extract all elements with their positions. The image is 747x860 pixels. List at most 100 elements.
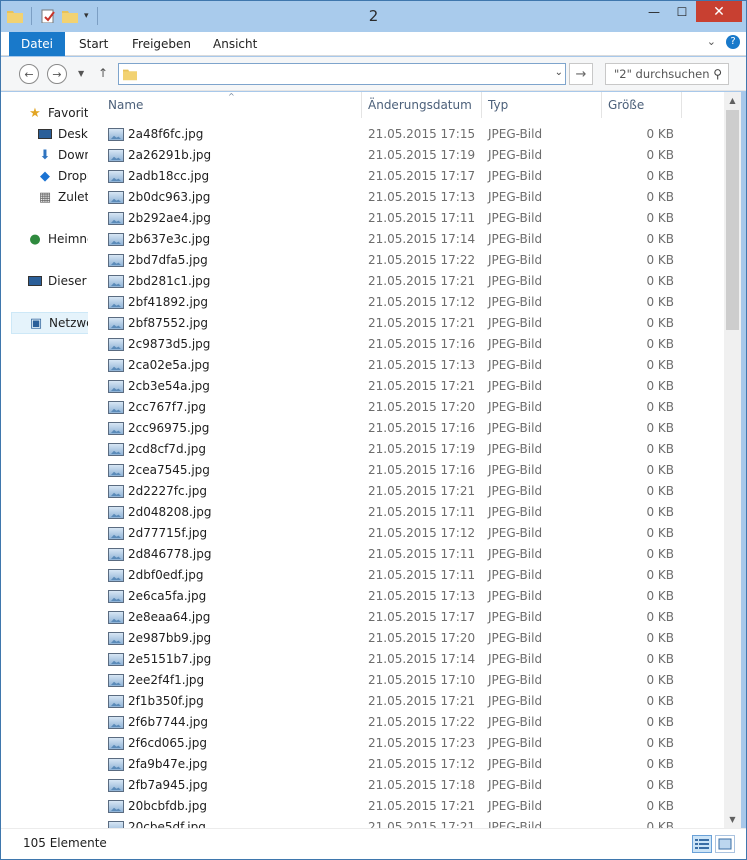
column-header-type[interactable]: Typ	[482, 92, 602, 118]
file-row[interactable]: 2a48f6fc.jpg 21.05.2015 17:15 JPEG-Bild 0 K…	[102, 124, 702, 145]
tab-datei[interactable]: Datei	[9, 32, 65, 56]
file-row[interactable]: 2fa9b47e.jpg 21.05.2015 17:12 JPEG-Bild 0 K…	[102, 754, 702, 775]
file-date: 21.05.2015 17:18	[368, 778, 476, 792]
search-placeholder: "2" durchsuchen	[614, 67, 710, 81]
file-size: 0 KB	[646, 253, 674, 267]
file-row[interactable]: 2fb7a945.jpg 21.05.2015 17:18 JPEG-Bild 0 K…	[102, 775, 702, 796]
file-row[interactable]: 2b0dc963.jpg 21.05.2015 17:13 JPEG-Bild 0 K…	[102, 187, 702, 208]
tab-ansicht[interactable]: Ansicht	[201, 32, 269, 56]
nav-recent[interactable]: ▦ Zuletzt besucht	[37, 186, 88, 208]
file-name: 2d77715f.jpg	[128, 526, 208, 540]
up-button[interactable]: ↑	[98, 66, 108, 80]
file-date: 21.05.2015 17:19	[368, 148, 476, 162]
file-name: 2cd8cf7d.jpg	[128, 442, 206, 456]
large-icons-view-button[interactable]	[715, 835, 735, 853]
nav-desktop[interactable]: Desktop	[37, 123, 88, 145]
image-file-icon	[108, 359, 124, 372]
scroll-down-icon[interactable]: ▼	[724, 811, 741, 828]
nav-this-pc[interactable]: Dieser PC	[27, 270, 88, 292]
image-file-icon	[108, 632, 124, 645]
file-row[interactable]: 20cbe5df.jpg 21.05.2015 17:21 JPEG-Bild 0 K…	[102, 817, 702, 828]
file-row[interactable]: 2bd7dfa5.jpg 21.05.2015 17:22 JPEG-Bild 0 K…	[102, 250, 702, 271]
file-row[interactable]: 2cc96975.jpg 21.05.2015 17:16 JPEG-Bild 0 K…	[102, 418, 702, 439]
file-type: JPEG-Bild	[488, 190, 543, 204]
file-row[interactable]: 2dbf0edf.jpg 21.05.2015 17:11 JPEG-Bild 0 K…	[102, 565, 702, 586]
file-name: 2a48f6fc.jpg	[128, 127, 204, 141]
back-button[interactable]: ←	[19, 64, 39, 84]
file-row[interactable]: 2e5151b7.jpg 21.05.2015 17:14 JPEG-Bild 0 K…	[102, 649, 702, 670]
file-row[interactable]: 2cea7545.jpg 21.05.2015 17:16 JPEG-Bild 0 K…	[102, 460, 702, 481]
expand-ribbon-icon[interactable]: ⌄	[707, 35, 716, 49]
file-row[interactable]: 2f6cd065.jpg 21.05.2015 17:23 JPEG-Bild 0 K…	[102, 733, 702, 754]
file-name: 2dbf0edf.jpg	[128, 568, 204, 582]
tab-start[interactable]: Start	[67, 32, 120, 56]
file-row[interactable]: 2d77715f.jpg 21.05.2015 17:12 JPEG-Bild 0 K…	[102, 523, 702, 544]
image-file-icon	[108, 401, 124, 414]
go-button[interactable]: →	[569, 63, 593, 85]
file-name: 2bf41892.jpg	[128, 295, 209, 309]
file-name: 2ca02e5a.jpg	[128, 358, 210, 372]
file-date: 21.05.2015 17:11	[368, 568, 476, 582]
item-count: 105 Elemente	[23, 836, 107, 850]
file-date: 21.05.2015 17:20	[368, 400, 476, 414]
image-file-icon	[108, 212, 124, 225]
file-row[interactable]: 2f6b7744.jpg 21.05.2015 17:22 JPEG-Bild 0 K…	[102, 712, 702, 733]
file-row[interactable]: 2f1b350f.jpg 21.05.2015 17:21 JPEG-Bild 0 K…	[102, 691, 702, 712]
forward-button[interactable]: →	[47, 64, 67, 84]
nav-favorites[interactable]: ★ Favoriten	[27, 102, 88, 124]
image-file-icon	[108, 779, 124, 792]
address-dropdown-icon[interactable]: ⌄	[555, 67, 563, 78]
file-row[interactable]: 2e987bb9.jpg 21.05.2015 17:20 JPEG-Bild 0 K…	[102, 628, 702, 649]
file-row[interactable]: 2b637e3c.jpg 21.05.2015 17:14 JPEG-Bild 0 K…	[102, 229, 702, 250]
file-row[interactable]: 2ee2f4f1.jpg 21.05.2015 17:10 JPEG-Bild 0 K…	[102, 670, 702, 691]
help-icon[interactable]: ?	[726, 35, 740, 49]
file-row[interactable]: 2adb18cc.jpg 21.05.2015 17:17 JPEG-Bild 0 K…	[102, 166, 702, 187]
file-row[interactable]: 2cb3e54a.jpg 21.05.2015 17:21 JPEG-Bild 0 K…	[102, 376, 702, 397]
file-row[interactable]: 2a26291b.jpg 21.05.2015 17:19 JPEG-Bild 0 K…	[102, 145, 702, 166]
details-view-button[interactable]	[692, 835, 712, 853]
address-bar[interactable]: ⌄	[118, 63, 566, 85]
file-size: 0 KB	[646, 337, 674, 351]
file-date: 21.05.2015 17:12	[368, 526, 476, 540]
file-row[interactable]: 2c9873d5.jpg 21.05.2015 17:16 JPEG-Bild 0 K…	[102, 334, 702, 355]
maximize-button[interactable]: ☐	[668, 1, 696, 22]
image-file-icon	[108, 737, 124, 750]
file-size: 0 KB	[646, 757, 674, 771]
nav-network[interactable]: ▣ Netzwerk	[11, 312, 88, 334]
column-header-date[interactable]: Änderungsdatum	[362, 92, 482, 118]
file-row[interactable]: 2cc767f7.jpg 21.05.2015 17:20 JPEG-Bild 0 K…	[102, 397, 702, 418]
nav-dropbox[interactable]: ◆ Dropbox	[37, 165, 88, 187]
minimize-button[interactable]: —	[640, 1, 668, 22]
file-row[interactable]: 2bf87552.jpg 21.05.2015 17:21 JPEG-Bild 0 K…	[102, 313, 702, 334]
file-row[interactable]: 2bd281c1.jpg 21.05.2015 17:21 JPEG-Bild 0 K…	[102, 271, 702, 292]
scrollbar-thumb[interactable]	[726, 110, 739, 330]
search-input[interactable]: "2" durchsuchen ⚲	[605, 63, 729, 85]
file-row[interactable]: 2e8eaa64.jpg 21.05.2015 17:17 JPEG-Bild 0 K…	[102, 607, 702, 628]
file-row[interactable]: 2bf41892.jpg 21.05.2015 17:12 JPEG-Bild 0 K…	[102, 292, 702, 313]
recent-locations-dropdown[interactable]: ▼	[78, 69, 84, 78]
window-controls: — ☐ ✕	[640, 1, 742, 22]
file-type: JPEG-Bild	[488, 673, 543, 687]
column-header-size[interactable]: Größe	[602, 92, 682, 118]
close-button[interactable]: ✕	[696, 1, 742, 22]
file-name: 2b292ae4.jpg	[128, 211, 211, 225]
nav-downloads[interactable]: ⬇ Downloads	[37, 144, 88, 166]
nav-homegroup[interactable]: ● Heimnetzgruppe	[27, 228, 88, 250]
scroll-up-icon[interactable]: ▲	[724, 92, 741, 109]
file-row[interactable]: 2ca02e5a.jpg 21.05.2015 17:13 JPEG-Bild 0 K…	[102, 355, 702, 376]
file-row[interactable]: 2d846778.jpg 21.05.2015 17:11 JPEG-Bild 0 K…	[102, 544, 702, 565]
file-row[interactable]: 2e6ca5fa.jpg 21.05.2015 17:13 JPEG-Bild 0 K…	[102, 586, 702, 607]
vertical-scrollbar[interactable]: ▲ ▼	[724, 92, 741, 828]
file-type: JPEG-Bild	[488, 232, 543, 246]
file-row[interactable]: 2cd8cf7d.jpg 21.05.2015 17:19 JPEG-Bild 0 K…	[102, 439, 702, 460]
file-size: 0 KB	[646, 484, 674, 498]
tab-freigeben[interactable]: Freigeben	[120, 32, 203, 56]
file-row[interactable]: 20bcbfdb.jpg 21.05.2015 17:21 JPEG-Bild 0 K…	[102, 796, 702, 817]
file-name: 2bf87552.jpg	[128, 316, 209, 330]
file-row[interactable]: 2d2227fc.jpg 21.05.2015 17:21 JPEG-Bild 0 K…	[102, 481, 702, 502]
search-icon[interactable]: ⚲	[713, 64, 722, 84]
file-row[interactable]: 2d048208.jpg 21.05.2015 17:11 JPEG-Bild 0 K…	[102, 502, 702, 523]
column-divider[interactable]	[681, 92, 682, 118]
file-row[interactable]: 2b292ae4.jpg 21.05.2015 17:11 JPEG-Bild 0 K…	[102, 208, 702, 229]
file-date: 21.05.2015 17:19	[368, 442, 476, 456]
